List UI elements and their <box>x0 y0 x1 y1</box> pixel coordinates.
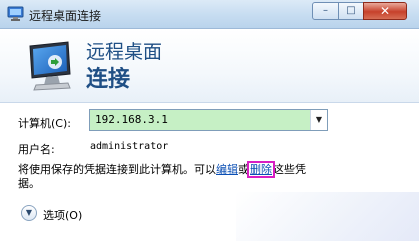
computer-value[interactable]: 192.168.3.1 <box>95 113 168 126</box>
connection-form: 计算机(C): 192.168.3.1 ▼ 用户名: administrator… <box>0 104 419 241</box>
header-banner: 远程桌面 连接 <box>0 29 419 103</box>
dropdown-arrow-icon[interactable]: ▼ <box>310 110 327 130</box>
username-label: 用户名: <box>18 143 55 156</box>
notice-or: 或 <box>238 163 249 176</box>
close-button[interactable]: ✕ <box>363 2 407 20</box>
remote-desktop-icon <box>7 6 24 21</box>
chevron-down-icon[interactable]: ▼ <box>21 205 37 221</box>
monitor-icon <box>29 41 71 91</box>
window-title: 远程桌面连接 <box>29 9 102 23</box>
screen-glare <box>236 192 419 241</box>
delete-credentials-link[interactable]: 删除 <box>247 161 275 178</box>
minimize-button[interactable]: – <box>312 2 339 20</box>
username-value: administrator <box>90 141 169 152</box>
maximize-button[interactable]: □ <box>338 2 364 20</box>
options-label[interactable]: 选项(O) <box>43 207 82 223</box>
edit-credentials-link[interactable]: 编辑 <box>216 163 238 176</box>
banner-title-line2: 连接 <box>86 67 131 92</box>
computer-label: 计算机(C): <box>18 117 71 130</box>
credentials-notice: 将使用保存的凭据连接到此计算机。可以编辑或删除这些凭据。 <box>18 161 318 191</box>
title-bar: 远程桌面连接 – □ ✕ <box>0 0 419 29</box>
banner-title-line1: 远程桌面 <box>86 41 163 63</box>
computer-combobox[interactable]: 192.168.3.1 ▼ <box>89 109 328 131</box>
notice-prefix: 将使用保存的凭据连接到此计算机。可以 <box>18 163 216 176</box>
